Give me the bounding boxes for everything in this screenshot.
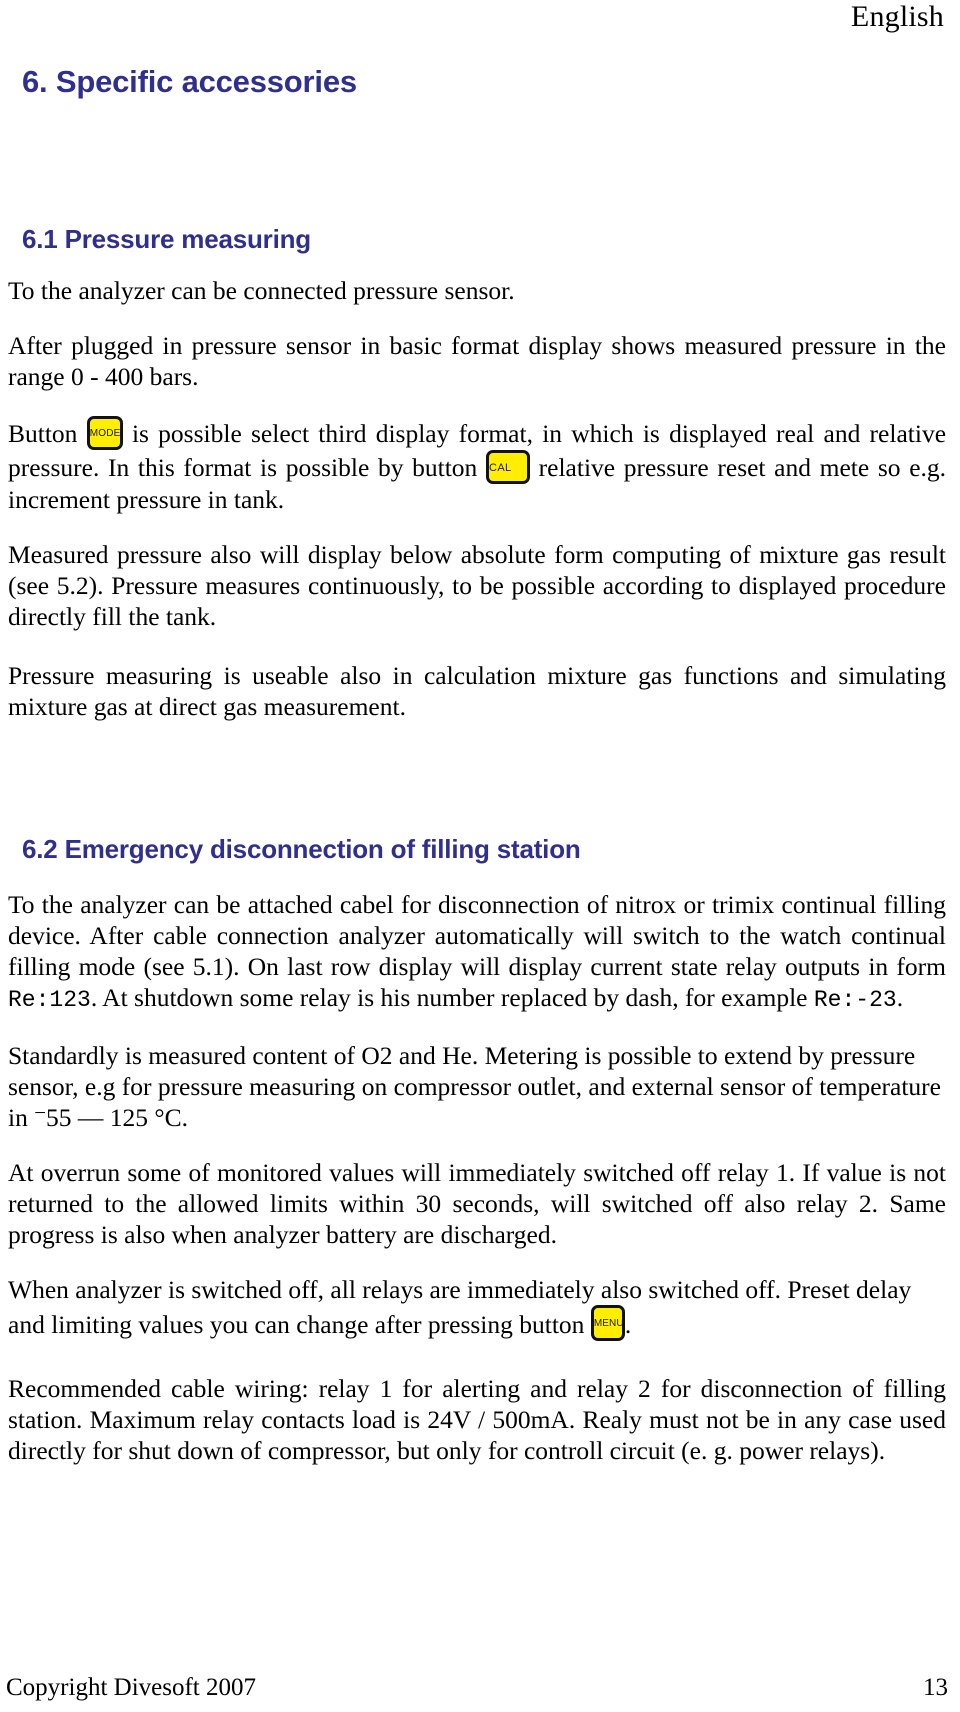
paragraph-6-2-wiring: Recommended cable wiring: relay 1 for al… xyxy=(8,1374,946,1465)
paragraph-6-2-text-c: . xyxy=(896,983,904,1012)
paragraph-6-2-relay-state: To the analyzer can be attached cabel fo… xyxy=(6,889,954,1016)
paragraph-6-1-buttons-text-a: Button xyxy=(8,419,78,448)
footer-copyright: Copyright Divesoft 2007 xyxy=(6,1674,256,1701)
page-footer: Copyright Divesoft 2007 13 xyxy=(6,1674,948,1702)
relay-example-code: Re:-23 xyxy=(813,987,897,1013)
footer-page-number: 13 xyxy=(923,1674,948,1701)
paragraph-6-1-intro: To the analyzer can be connected pressur… xyxy=(8,276,515,305)
mode-button-key[interactable]: MODE xyxy=(86,416,123,450)
document-page: English 6. Specific accessories 6.1 Pres… xyxy=(0,0,960,1712)
relay-form-code: Re:123 xyxy=(8,987,91,1013)
paragraph-6-2-sensors: Standardly is measured content of O2 and… xyxy=(6,1040,954,1133)
heading-section-6: 6. Specific accessories xyxy=(22,64,357,99)
heading-section-6-1: 6.1 Pressure measuring xyxy=(22,224,311,254)
menu-button-key[interactable]: MENU xyxy=(590,1305,625,1341)
paragraph-6-1-useable: Pressure measuring is useable also in ca… xyxy=(8,661,946,721)
paragraph-6-2-overrun: At overrun some of monitored values will… xyxy=(8,1158,946,1249)
temperature-range: 55 — 125 °C. xyxy=(46,1103,188,1132)
heading-section-6-2: 6.2 Emergency disconnection of filling s… xyxy=(22,834,581,864)
paragraph-6-2-switched-off-text: When analyzer is switched off, all relay… xyxy=(8,1275,912,1339)
paragraph-6-2-switched-off-period: . xyxy=(624,1310,632,1339)
paragraph-6-2-text-a: To the analyzer can be attached cabel fo… xyxy=(8,890,946,981)
paragraph-6-1-measured: Measured pressure also will display belo… xyxy=(8,540,946,631)
running-head-language: English xyxy=(850,0,944,33)
paragraph-6-2-text-b: . At shutdown some relay is his number r… xyxy=(90,983,808,1012)
minus-sign: − xyxy=(34,1100,47,1125)
paragraph-6-1-range: After plugged in pressure sensor in basi… xyxy=(8,331,946,391)
paragraph-6-2-switched-off: When analyzer is switched off, all relay… xyxy=(6,1274,954,1341)
paragraph-6-1-buttons: Button MODE is possible select third dis… xyxy=(6,416,954,515)
cal-button-key[interactable]: CAL xyxy=(485,450,530,484)
